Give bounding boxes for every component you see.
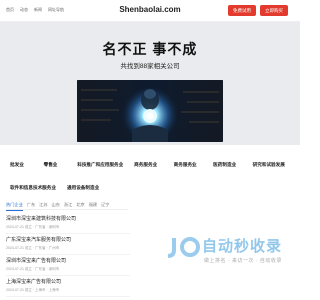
top-bar: 首页 动态 新闻 网址导航 Shenbaolai.com 免费试用 立即购买 [0,0,300,22]
company-name[interactable]: 上海深宝来广告有限公司 [6,278,130,285]
list-item[interactable]: 上海深宝来广告有限公司 2024-07-21 成立 · 上海市 · 上海市 [6,276,130,297]
company-name[interactable]: 广东深宝来汽车服务有限公司 [6,236,130,243]
hero-banner: 名不正 事不成 共找到88家相关公司 [0,22,300,145]
category-wholesale[interactable]: 批发业 [6,158,37,172]
company-name[interactable]: 深圳市深宝来广告有限公司 [6,257,130,264]
company-list: 深圳市深宝来建筑科技有限公司 2024-07-21 成立 · 广东省 · 深圳市… [6,213,130,297]
category-equipment[interactable]: 通用设备制造业 [63,181,117,195]
category-grid: 批发业 零售业 科技推广和应用服务业 商务服务业 商务服务业 医药制造业 研究和… [6,158,296,204]
watermark-overlay: 自动秒收录 做上排名 · 来访一次 · 自动收录 [160,233,300,277]
category-retail[interactable]: 零售业 [40,158,71,172]
hero-subtitle: 共找到88家相关公司 [120,63,180,70]
watermark-subtext: 做上排名 · 来访一次 · 自动收录 [204,258,282,264]
glowing-orb-illustration [77,80,223,142]
hero-title: 名不正 事不成 [102,41,198,57]
watermark-text: 自动秒收录 [202,238,283,255]
watermark-logo-icon [167,237,200,258]
list-item[interactable]: 深圳市深宝来广告有限公司 2024-07-21 成立 · 广东省 · 深圳市 [6,255,130,276]
category-business-services[interactable]: 商务服务业 [130,158,167,172]
list-item[interactable]: 广东深宝来汽车服务有限公司 2024-07-21 成立 · 广东省 · 广州市 [6,234,130,255]
company-meta: 2024-07-21 成立 · 广东省 · 深圳市 [6,225,60,229]
company-name[interactable]: 深圳市深宝来建筑科技有限公司 [6,215,130,222]
company-meta: 2024-07-21 成立 · 广东省 · 广州市 [6,246,60,250]
category-tech-promotion[interactable]: 科技推广和应用服务业 [73,158,127,172]
company-meta: 2024-07-21 成立 · 上海市 · 上海市 [6,288,60,292]
category-business-services-2[interactable]: 商务服务业 [170,158,207,172]
category-row: 软件和信息技术服务业 通用设备制造业 [6,181,296,195]
free-trial-button[interactable]: 免费试用 [228,5,256,16]
category-software[interactable]: 软件和信息技术服务业 [6,181,60,195]
list-item[interactable]: 深圳市深宝来建筑科技有限公司 2024-07-21 成立 · 广东省 · 深圳市 [6,213,130,234]
category-row: 批发业 零售业 科技推广和应用服务业 商务服务业 商务服务业 医药制造业 研究和… [6,158,296,172]
hero-image [77,80,223,142]
tabs-divider [6,209,128,210]
category-research[interactable]: 研究和试验发展 [249,158,296,172]
company-meta: 2024-07-21 成立 · 广东省 · 深圳市 [6,267,60,271]
category-pharma[interactable]: 医药制造业 [209,158,246,172]
buy-now-button[interactable]: 立即购买 [260,5,288,16]
